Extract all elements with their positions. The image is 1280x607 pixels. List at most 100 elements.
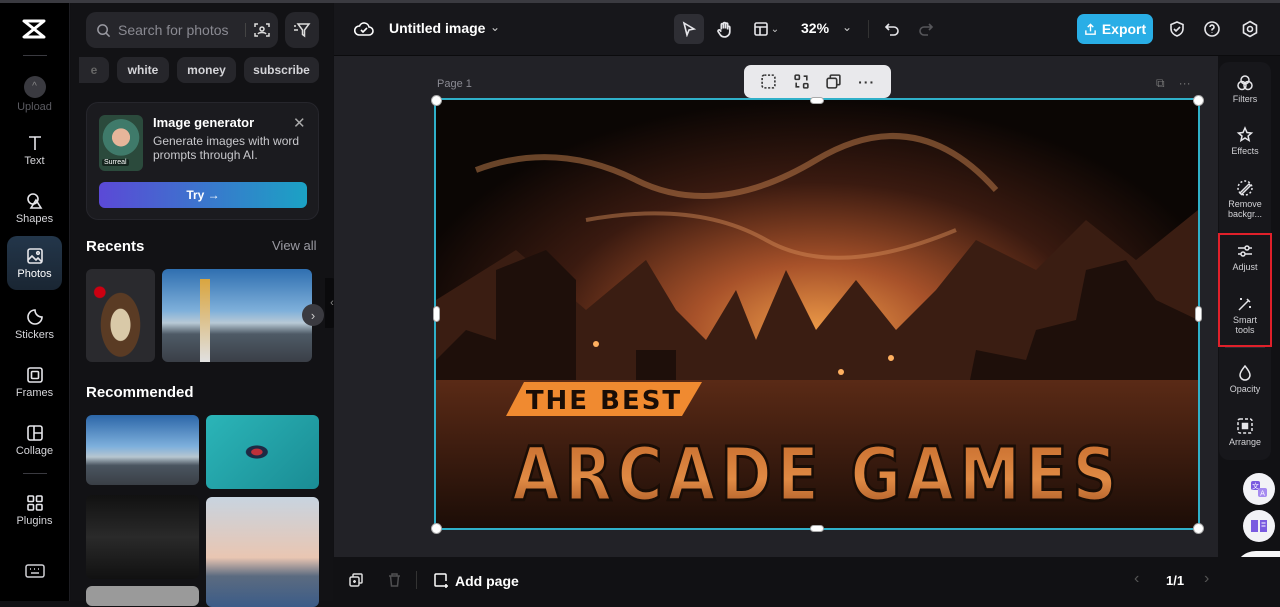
layout-button[interactable]: ⌄ — [748, 14, 784, 44]
resize-handle-left[interactable] — [433, 306, 440, 322]
translate-button[interactable]: 文A — [1243, 473, 1275, 505]
page-label: Page 1 — [437, 78, 472, 90]
reader-button[interactable] — [1243, 510, 1275, 542]
redo-button[interactable] — [914, 16, 938, 42]
recent-photo-food[interactable] — [86, 269, 155, 362]
tool-effects[interactable]: Effects — [1219, 126, 1271, 156]
image-search-icon[interactable] — [253, 21, 271, 39]
chip-tag[interactable]: money — [177, 57, 236, 83]
recent-photo-city[interactable] — [162, 269, 312, 362]
filter-icon — [294, 23, 311, 38]
rail-item-label: Stickers — [14, 328, 55, 341]
delete-page-button[interactable] — [387, 572, 402, 593]
duplicate-page-icon[interactable]: ⧉ — [1156, 76, 1165, 91]
settings-button[interactable] — [1238, 17, 1262, 41]
toolbar-divider — [868, 20, 869, 38]
smart-crop-icon[interactable] — [760, 73, 777, 90]
chevron-down-icon[interactable]: ⌄ — [842, 20, 852, 34]
text-icon — [28, 135, 41, 150]
rail-item-collage[interactable]: Collage — [7, 413, 62, 467]
tool-opacity[interactable]: Opacity — [1219, 364, 1271, 394]
resize-handle-bottom-right[interactable] — [1193, 523, 1204, 534]
close-icon[interactable]: ✕ — [293, 114, 306, 132]
page-more-icon[interactable]: ··· — [1179, 76, 1191, 91]
resize-handle-top[interactable] — [810, 97, 824, 104]
resize-handle-bottom[interactable] — [810, 525, 824, 532]
chip-tag[interactable]: e — [79, 57, 109, 83]
replace-icon[interactable] — [793, 73, 810, 90]
resize-handle-top-right[interactable] — [1193, 95, 1204, 106]
carousel-next-button[interactable]: › — [302, 304, 324, 326]
rail-item-plugins[interactable]: Plugins — [7, 483, 62, 537]
recents-heading: Recents — [86, 238, 145, 255]
recommended-photo-city[interactable] — [86, 415, 199, 485]
cloud-saved-icon[interactable] — [353, 20, 374, 43]
rail-item-upload[interactable]: ^ Upload — [7, 67, 62, 121]
recommended-photo-skyline[interactable] — [206, 497, 319, 607]
undo-button[interactable] — [880, 16, 904, 42]
chip-label: money — [187, 63, 226, 77]
filters-icon — [1237, 75, 1253, 91]
resize-handle-top-left[interactable] — [431, 95, 442, 106]
tool-label: Filters — [1232, 94, 1258, 104]
prev-page-button[interactable]: ‹ — [1134, 570, 1139, 588]
headline-text: ARCADE GAMES — [512, 432, 1122, 518]
recommended-photo-stones[interactable] — [86, 586, 199, 606]
capcut-logo-icon[interactable] — [21, 17, 47, 46]
recommended-photo-boat[interactable] — [206, 415, 319, 489]
collage-icon — [26, 424, 43, 441]
shield-check-icon — [1170, 21, 1184, 37]
upload-icon: ^ — [23, 75, 46, 98]
zoom-level[interactable]: 32% — [801, 20, 829, 36]
keyboard-icon[interactable] — [25, 563, 45, 584]
filter-button[interactable] — [285, 12, 319, 48]
search-box[interactable] — [86, 12, 278, 48]
stickers-icon — [26, 308, 43, 325]
more-icon[interactable]: ··· — [858, 74, 875, 90]
hand-tool-button[interactable] — [710, 14, 738, 44]
recommended-heading: Recommended — [86, 384, 194, 401]
add-page-button[interactable]: Add page — [433, 572, 519, 589]
upload-share-icon — [1084, 22, 1096, 35]
tool-label: Remove backgr... — [1227, 199, 1263, 219]
canvas-area: Page 1 ··· ⧉ ··· THE BEST ARCADE GAMES — [334, 56, 1218, 557]
tag-text: THE BEST — [526, 386, 682, 416]
shield-button[interactable] — [1165, 17, 1189, 41]
tool-remove-background[interactable]: Remove backgr... — [1219, 179, 1271, 219]
hand-icon — [716, 21, 731, 38]
chip-tag[interactable]: white — [117, 57, 169, 83]
duplicate-icon[interactable] — [825, 73, 842, 90]
tool-arrange[interactable]: Arrange — [1219, 417, 1271, 447]
chevron-down-icon[interactable]: ⌄ — [490, 20, 500, 34]
try-button[interactable]: Try → — [99, 182, 307, 208]
rail-item-stickers[interactable]: Stickers — [7, 297, 62, 351]
select-tool-button[interactable] — [674, 14, 704, 44]
rail-item-frames[interactable]: Frames — [7, 355, 62, 409]
rail-item-photos[interactable]: Photos — [7, 236, 62, 290]
chip-label: white — [127, 63, 159, 77]
view-all-link[interactable]: View all — [272, 238, 317, 253]
resize-handle-bottom-left[interactable] — [431, 523, 442, 534]
photos-icon — [26, 247, 43, 264]
chip-label: subscribe — [253, 63, 310, 77]
recommended-photo-dark[interactable] — [86, 495, 199, 579]
rail-item-label: Text — [24, 154, 45, 167]
export-button[interactable]: Export — [1077, 14, 1153, 44]
search-icon — [97, 23, 111, 37]
bottom-bar: Add page ‹ 1/1 › — [334, 557, 1280, 601]
arrange-icon — [1237, 418, 1253, 434]
duplicate-page-button[interactable] — [348, 572, 364, 593]
canvas-artwork[interactable]: THE BEST ARCADE GAMES — [434, 98, 1200, 530]
redo-icon — [919, 23, 934, 36]
tool-filters[interactable]: Filters — [1219, 74, 1271, 104]
search-input[interactable] — [118, 22, 238, 38]
rail-item-label: Shapes — [15, 212, 54, 225]
help-button[interactable] — [1200, 17, 1224, 41]
rail-item-shapes[interactable]: Shapes — [7, 181, 62, 235]
rail-item-label: Plugins — [16, 514, 53, 527]
next-page-button[interactable]: › — [1204, 570, 1209, 588]
chip-tag[interactable]: subscribe — [244, 57, 319, 83]
rail-item-text[interactable]: Text — [7, 123, 62, 177]
document-title[interactable]: Untitled image — [389, 20, 485, 36]
resize-handle-right[interactable] — [1195, 306, 1202, 322]
